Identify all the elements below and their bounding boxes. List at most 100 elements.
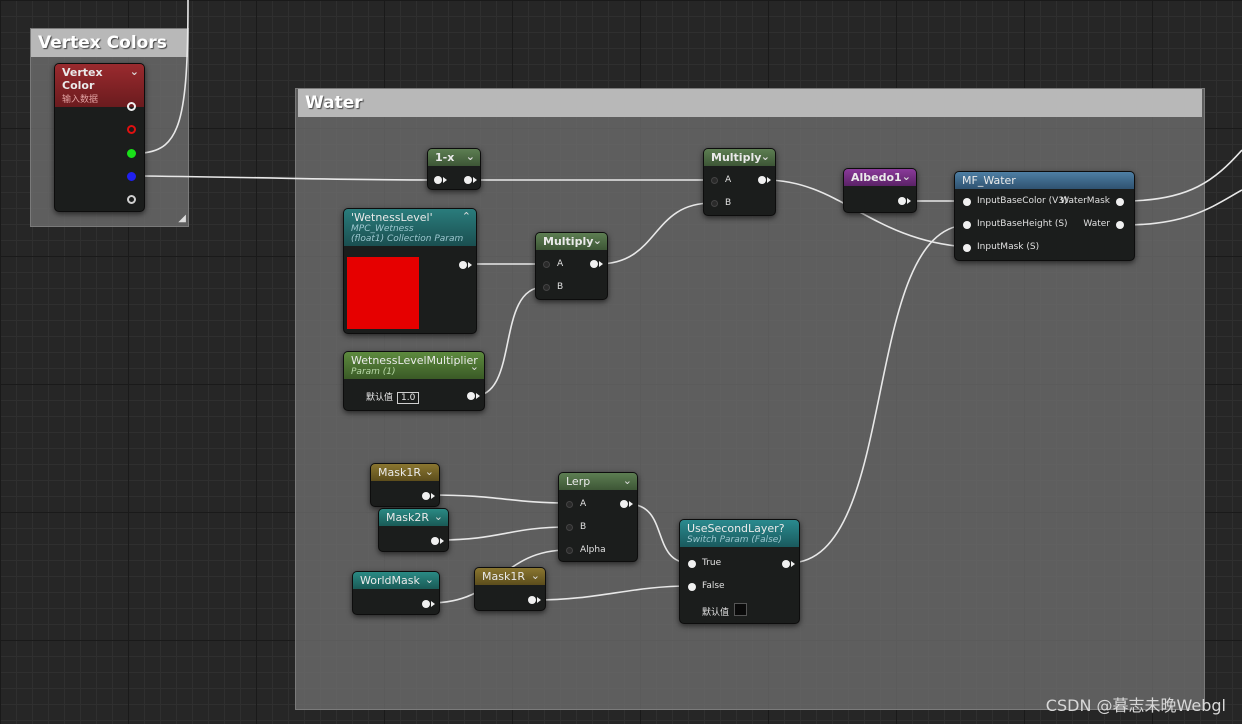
chevron-down-icon[interactable]: ⌄ bbox=[593, 234, 602, 247]
node-mask1r-top[interactable]: Mask1R ⌄ bbox=[370, 463, 440, 507]
chevron-down-icon[interactable]: ⌄ bbox=[761, 150, 770, 163]
node-header[interactable]: 'WetnessLevel' MPC_Wetness (float1) Coll… bbox=[344, 209, 476, 246]
pin-label-b: B bbox=[580, 522, 587, 532]
pin-label-mask: InputMask (S) bbox=[977, 242, 1040, 252]
node-world-mask[interactable]: WorldMask ⌄ bbox=[352, 571, 440, 615]
node-title: Mask1R bbox=[482, 570, 525, 583]
node-albedo1[interactable]: Albedo1 ⌄ bbox=[843, 168, 917, 213]
default-value-input[interactable]: 1.0 bbox=[397, 392, 420, 404]
pin-label-b: B bbox=[725, 198, 732, 208]
output-pin-blue[interactable] bbox=[127, 172, 136, 181]
output-pin-water-mask[interactable] bbox=[1116, 198, 1124, 206]
default-value-label: 默认值 bbox=[366, 393, 394, 403]
node-wetness-multiplier[interactable]: WetnessLevelMultiplier Param (1) ⌄ 默认值 1.… bbox=[343, 351, 485, 411]
input-pin-b[interactable] bbox=[543, 284, 550, 291]
pin-label-false: False bbox=[702, 581, 725, 591]
node-lerp[interactable]: Lerp ⌄ A B Alpha bbox=[558, 472, 638, 562]
output-pin[interactable] bbox=[422, 492, 430, 500]
output-pin[interactable] bbox=[782, 560, 790, 568]
node-vertex-color[interactable]: Vertex Color 输入数据 ⌄ bbox=[54, 63, 145, 212]
node-title: Multiply bbox=[543, 235, 594, 248]
node-one-minus-x[interactable]: 1-x ⌄ bbox=[427, 148, 481, 190]
color-preview bbox=[347, 257, 419, 329]
pin-label-water: Water bbox=[1083, 219, 1110, 229]
chevron-down-icon[interactable]: ⌄ bbox=[434, 510, 443, 523]
chevron-up-icon[interactable]: ⌃ bbox=[462, 210, 471, 223]
chevron-down-icon[interactable]: ⌄ bbox=[470, 360, 479, 373]
input-pin-true[interactable] bbox=[688, 560, 696, 568]
pin-label-a: A bbox=[580, 499, 587, 509]
output-pin[interactable] bbox=[590, 260, 598, 268]
node-header[interactable]: Mask2R ⌄ bbox=[379, 509, 448, 526]
node-header[interactable]: Albedo1 ⌄ bbox=[844, 169, 916, 186]
input-pin-a[interactable] bbox=[543, 261, 550, 268]
node-header[interactable]: Mask1R ⌄ bbox=[371, 464, 439, 481]
input-pin-base-color[interactable] bbox=[963, 198, 971, 206]
node-mask1r-bottom[interactable]: Mask1R ⌄ bbox=[474, 567, 546, 611]
node-mask2r[interactable]: Mask2R ⌄ bbox=[378, 508, 449, 552]
node-header[interactable]: Vertex Color 输入数据 ⌄ bbox=[55, 64, 144, 107]
chevron-down-icon[interactable]: ⌄ bbox=[902, 170, 911, 183]
node-wetness-level[interactable]: 'WetnessLevel' MPC_Wetness (float1) Coll… bbox=[343, 208, 477, 334]
node-multiply-mid[interactable]: Multiply ⌄ A B bbox=[535, 232, 608, 300]
chevron-down-icon[interactable]: ⌄ bbox=[425, 465, 434, 478]
output-pin-alpha[interactable] bbox=[127, 195, 136, 204]
output-pin[interactable] bbox=[464, 176, 472, 184]
input-pin-mask[interactable] bbox=[963, 244, 971, 252]
output-pin[interactable] bbox=[459, 261, 467, 269]
chevron-down-icon[interactable]: ⌄ bbox=[425, 573, 434, 586]
output-pin-water[interactable] bbox=[1116, 221, 1124, 229]
input-pin-b[interactable] bbox=[566, 524, 573, 531]
pin-arrow-icon bbox=[431, 493, 435, 499]
output-pin-rgb[interactable] bbox=[127, 102, 136, 111]
input-pin-b[interactable] bbox=[711, 200, 718, 207]
pin-label-base-height: InputBaseHeight (S) bbox=[977, 219, 1068, 229]
node-header[interactable]: WorldMask ⌄ bbox=[353, 572, 439, 589]
pin-label-a: A bbox=[725, 175, 732, 185]
chevron-down-icon[interactable]: ⌄ bbox=[623, 474, 632, 487]
node-header[interactable]: Lerp ⌄ bbox=[559, 473, 637, 490]
input-pin-a[interactable] bbox=[566, 501, 573, 508]
node-multiply-top[interactable]: Multiply ⌄ A B bbox=[703, 148, 776, 216]
node-title: Mask2R bbox=[386, 511, 429, 524]
node-header[interactable]: MF_Water bbox=[955, 172, 1134, 189]
chevron-down-icon[interactable]: ⌄ bbox=[130, 65, 139, 78]
input-pin-false[interactable] bbox=[688, 583, 696, 591]
node-header[interactable]: Mask1R ⌄ bbox=[475, 568, 545, 585]
output-pin[interactable] bbox=[528, 596, 536, 604]
pin-arrow-icon bbox=[767, 177, 771, 183]
wire-mask1r-to-switch bbox=[534, 585, 691, 601]
pin-label-base-color: InputBaseColor (V3) bbox=[977, 196, 1068, 206]
node-subtitle: Switch Param (False) bbox=[687, 535, 782, 545]
node-mf-water[interactable]: MF_Water InputBaseColor (V3) InputBaseHe… bbox=[954, 171, 1135, 261]
input-pin-alpha[interactable] bbox=[566, 547, 573, 554]
node-header[interactable]: Multiply ⌄ bbox=[536, 233, 607, 250]
input-pin-base-height[interactable] bbox=[963, 221, 971, 229]
node-title: WorldMask bbox=[360, 574, 420, 587]
chevron-down-icon[interactable]: ⌄ bbox=[531, 569, 540, 582]
pin-arrow-icon bbox=[473, 177, 477, 183]
wire-mask1r-to-lerp bbox=[429, 494, 569, 504]
output-pin[interactable] bbox=[620, 500, 628, 508]
output-pin[interactable] bbox=[467, 392, 475, 400]
input-pin[interactable] bbox=[434, 176, 442, 184]
wire-mask2r-to-lerp bbox=[439, 526, 569, 541]
node-header[interactable]: Multiply ⌄ bbox=[704, 149, 775, 166]
output-pin[interactable] bbox=[898, 197, 906, 205]
node-use-second-layer[interactable]: UseSecondLayer? Switch Param (False) Tru… bbox=[679, 519, 800, 624]
output-pin-red[interactable] bbox=[127, 125, 136, 134]
default-value-row: 默认值 1.0 bbox=[366, 390, 420, 404]
default-checkbox[interactable] bbox=[734, 603, 747, 616]
node-subtitle: MPC_Wetness bbox=[351, 224, 414, 234]
output-pin[interactable] bbox=[422, 600, 430, 608]
node-header[interactable]: UseSecondLayer? Switch Param (False) bbox=[680, 520, 799, 547]
node-subtitle: (float1) Collection Param bbox=[351, 234, 464, 244]
node-header[interactable]: WetnessLevelMultiplier Param (1) ⌄ bbox=[344, 352, 484, 379]
input-pin-a[interactable] bbox=[711, 177, 718, 184]
output-pin-green[interactable] bbox=[127, 149, 136, 158]
node-header[interactable]: 1-x ⌄ bbox=[428, 149, 480, 166]
chevron-down-icon[interactable]: ⌄ bbox=[466, 150, 475, 163]
output-pin[interactable] bbox=[758, 176, 766, 184]
node-title: Lerp bbox=[566, 475, 591, 488]
output-pin[interactable] bbox=[431, 537, 439, 545]
